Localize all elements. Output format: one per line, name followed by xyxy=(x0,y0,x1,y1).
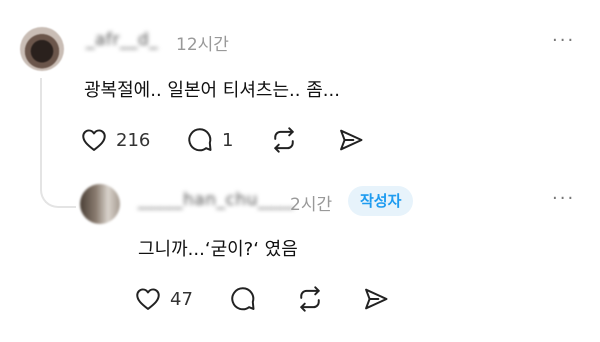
send-icon xyxy=(337,126,365,154)
comment-count: 1 xyxy=(222,129,234,151)
author-username[interactable]: _afr__d_ xyxy=(86,30,158,50)
post-text: 광복절에.. 일본어 티셔츠는.. 좀... xyxy=(84,80,340,101)
reply-author-username[interactable]: _____han_chu____ xyxy=(138,190,294,210)
reply-text: 그니까...‘굳이?‘ 였음 xyxy=(138,239,298,260)
comment-bubble-icon xyxy=(186,126,214,154)
reply-repost-button[interactable] xyxy=(296,285,324,313)
reply-author-avatar[interactable] xyxy=(80,184,120,224)
repost-button[interactable] xyxy=(270,126,298,154)
heart-icon xyxy=(80,126,108,154)
like-count: 216 xyxy=(116,129,151,151)
post: _afr__d_ 12시간 ··· 광복절에.. 일본어 티셔츠는.. 좀...… xyxy=(0,0,600,208)
like-button[interactable]: 216 xyxy=(80,126,150,154)
heart-icon xyxy=(134,285,162,313)
reply-comment-button[interactable] xyxy=(229,285,257,313)
reply-share-button[interactable] xyxy=(362,285,390,313)
share-button[interactable] xyxy=(337,126,365,154)
reply-timestamp: 2시간 xyxy=(290,195,333,215)
reply-like-button[interactable]: 47 xyxy=(134,285,193,313)
post-timestamp: 12시간 xyxy=(176,35,229,55)
author-badge: 작성자 xyxy=(348,186,414,216)
comment-button[interactable]: 1 xyxy=(186,126,233,154)
repost-icon xyxy=(270,126,298,154)
reply-like-count: 47 xyxy=(170,288,193,310)
repost-icon xyxy=(296,285,324,313)
author-avatar[interactable] xyxy=(20,27,64,71)
more-icon[interactable]: ··· xyxy=(552,32,575,50)
more-icon[interactable]: ··· xyxy=(552,190,575,208)
comment-bubble-icon xyxy=(229,285,257,313)
reply: _____han_chu____ 2시간 작성자 ··· 그니까...‘굳이?‘… xyxy=(0,170,600,342)
send-icon xyxy=(362,285,390,313)
